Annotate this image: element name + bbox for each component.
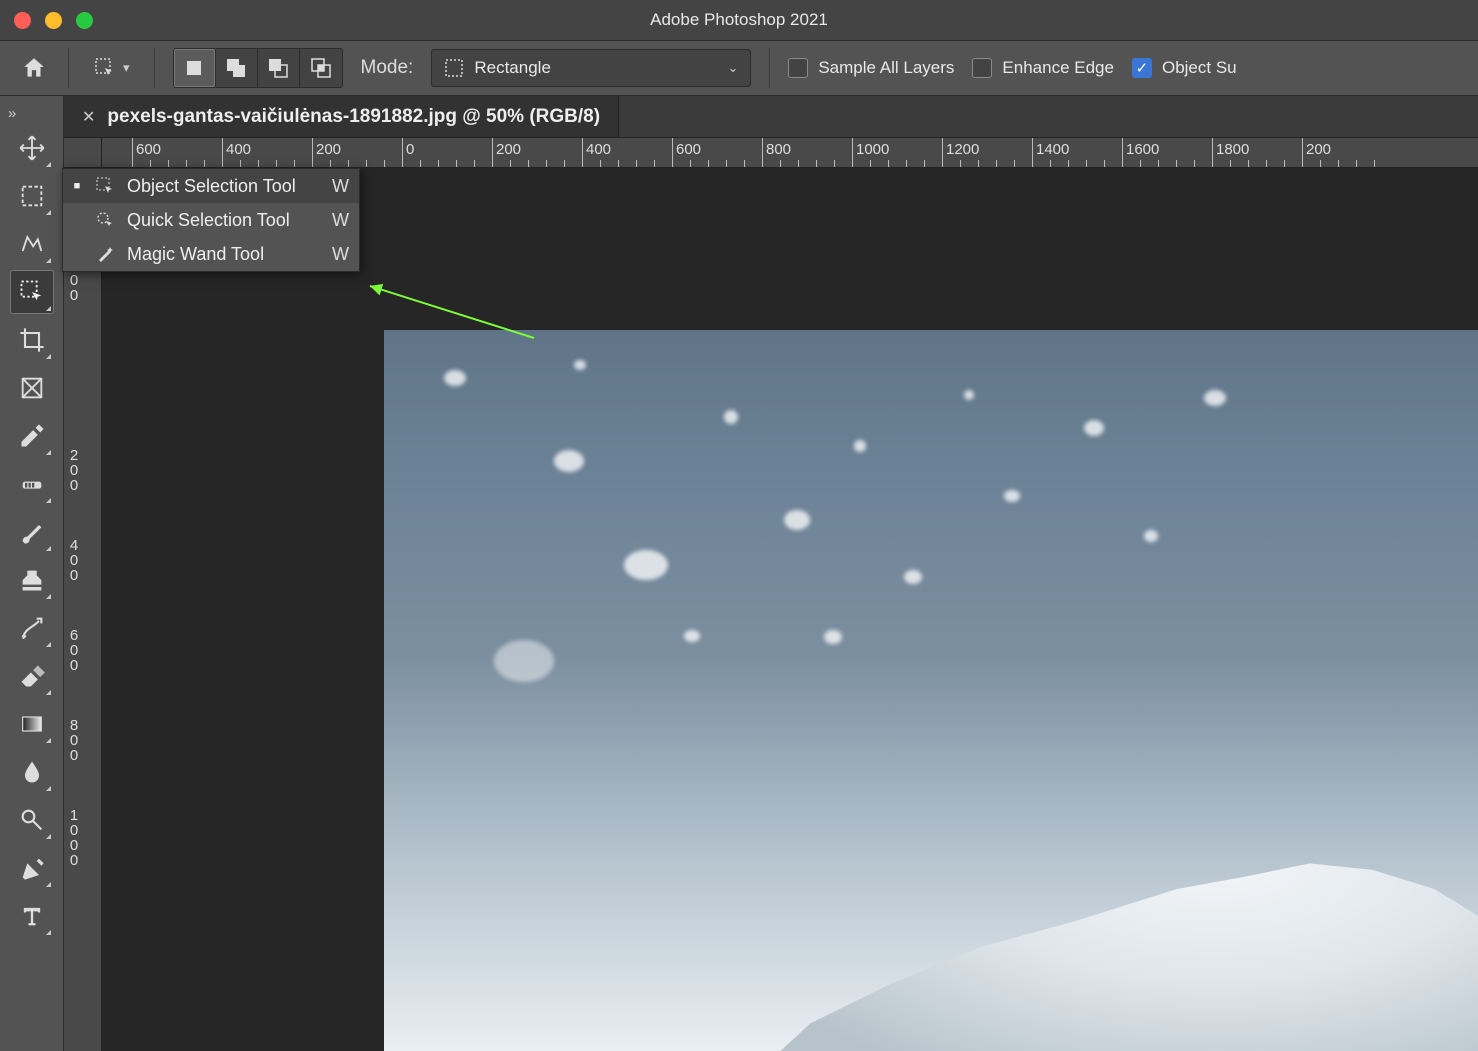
options-bar: ▾ Mode: Rectangle ⌄ Sample All Layers En…	[0, 40, 1478, 96]
object-selection-icon	[93, 176, 117, 196]
canvas-image	[384, 330, 1478, 1051]
mode-value: Rectangle	[474, 58, 551, 78]
pen-tool[interactable]	[10, 846, 54, 890]
healing-brush-tool[interactable]	[10, 462, 54, 506]
ruler-corner	[64, 138, 102, 168]
enhance-edge-label: Enhance Edge	[1002, 58, 1114, 78]
magic-wand-icon	[93, 244, 117, 264]
ruler-v-label: 6 0 0	[67, 628, 81, 673]
enhance-edge-option[interactable]: Enhance Edge	[972, 58, 1114, 78]
eyedropper-tool[interactable]	[10, 414, 54, 458]
flyout-item-quick-selection[interactable]: Quick Selection Tool W	[63, 203, 359, 237]
selection-mode-group	[173, 48, 343, 88]
ruler-h-label: 200	[316, 141, 341, 158]
tools-panel: »	[0, 96, 64, 1051]
ruler-h-label: 200	[496, 141, 521, 158]
document-tab-title: pexels-gantas-vaičiulėnas-1891882.jpg @ …	[107, 106, 600, 128]
ruler-h-label: 600	[136, 141, 161, 158]
flyout-item-magic-wand[interactable]: Magic Wand Tool W	[63, 237, 359, 271]
crop-tool[interactable]	[10, 318, 54, 362]
ruler-horizontal[interactable]: 600 400 200 0 200 400 600 800 1000 1200 1400 1600 18…	[102, 138, 1478, 168]
lasso-tool[interactable]	[10, 222, 54, 266]
brush-tool[interactable]	[10, 510, 54, 554]
flyout-item-label: Magic Wand Tool	[127, 244, 322, 265]
ruler-h-label: 200	[1306, 141, 1331, 158]
ruler-h-label: 800	[766, 141, 791, 158]
flyout-item-object-selection[interactable]: ■ Object Selection Tool W	[63, 169, 359, 203]
ruler-h-label: 1200	[946, 141, 979, 158]
ruler-h-label: 400	[226, 141, 251, 158]
ruler-vertical[interactable]: 0 02 0 02 0 04 0 06 0 08 0 01 0 0 0	[64, 168, 102, 1051]
rectangle-marquee-icon	[444, 58, 464, 78]
chevron-down-icon: ▾	[123, 60, 130, 76]
ruler-h-label: 1000	[856, 141, 889, 158]
ruler-h-label: 1400	[1036, 141, 1069, 158]
type-tool[interactable]	[10, 894, 54, 938]
object-selection-icon	[93, 56, 117, 80]
dodge-tool[interactable]	[10, 798, 54, 842]
canvas-viewport[interactable]	[102, 168, 1478, 1051]
checkbox-unchecked[interactable]	[788, 58, 808, 78]
subtract-from-selection-button[interactable]	[258, 49, 300, 87]
flyout-item-shortcut: W	[332, 176, 349, 197]
divider	[68, 48, 69, 88]
history-brush-tool[interactable]	[10, 606, 54, 650]
flyout-item-label: Object Selection Tool	[127, 176, 322, 197]
mode-dropdown[interactable]: Rectangle ⌄	[431, 49, 751, 87]
ruler-v-label: 2 0 0	[67, 448, 81, 493]
titlebar: Adobe Photoshop 2021	[0, 0, 1478, 40]
document-tab-bar: ✕ pexels-gantas-vaičiulėnas-1891882.jpg …	[64, 96, 1478, 138]
frame-tool[interactable]	[10, 366, 54, 410]
checkbox-checked[interactable]	[1132, 58, 1152, 78]
ruler-h-label: 600	[676, 141, 701, 158]
object-selection-tool[interactable]	[10, 270, 54, 314]
object-subtract-label: Object Su	[1162, 58, 1237, 78]
ruler-v-label: 8 0 0	[67, 718, 81, 763]
gradient-tool[interactable]	[10, 702, 54, 746]
object-subtract-option[interactable]: Object Su	[1132, 58, 1237, 78]
close-tab-icon[interactable]: ✕	[82, 107, 95, 127]
ruler-v-label: 1 0 0 0	[67, 808, 81, 868]
ruler-v-label: 4 0 0	[67, 538, 81, 583]
ruler-h-label: 1600	[1126, 141, 1159, 158]
app-title: Adobe Photoshop 2021	[650, 10, 828, 29]
sample-all-layers-label: Sample All Layers	[818, 58, 954, 78]
checkbox-unchecked[interactable]	[972, 58, 992, 78]
add-to-selection-button[interactable]	[216, 49, 258, 87]
sample-all-layers-option[interactable]: Sample All Layers	[788, 58, 954, 78]
quick-selection-icon	[93, 210, 117, 230]
ruler-h-label: 1800	[1216, 141, 1249, 158]
marquee-tool[interactable]	[10, 174, 54, 218]
divider	[154, 48, 155, 88]
flyout-item-label: Quick Selection Tool	[127, 210, 322, 231]
mode-label: Mode:	[361, 57, 414, 79]
intersect-selection-button[interactable]	[300, 49, 342, 87]
chevron-down-icon: ⌄	[727, 60, 738, 76]
ruler-h-label: 400	[586, 141, 611, 158]
new-selection-button[interactable]	[174, 49, 216, 87]
tool-flyout-menu: ■ Object Selection Tool W Quick Selectio…	[62, 168, 360, 272]
image-mountain	[748, 761, 1478, 1051]
collapse-tools-icon[interactable]: »	[0, 102, 63, 124]
clone-stamp-tool[interactable]	[10, 558, 54, 602]
current-tool-chip[interactable]: ▾	[87, 52, 136, 84]
blur-tool[interactable]	[10, 750, 54, 794]
active-bullet-icon: ■	[71, 180, 83, 192]
document-tab[interactable]: ✕ pexels-gantas-vaičiulėnas-1891882.jpg …	[64, 96, 619, 137]
flyout-item-shortcut: W	[332, 210, 349, 231]
eraser-tool[interactable]	[10, 654, 54, 698]
move-tool[interactable]	[10, 126, 54, 170]
flyout-item-shortcut: W	[332, 244, 349, 265]
divider	[769, 48, 770, 88]
home-button[interactable]	[18, 52, 50, 84]
ruler-h-label: 0	[406, 141, 414, 158]
app-title-wrap: Adobe Photoshop 2021	[0, 10, 1478, 30]
